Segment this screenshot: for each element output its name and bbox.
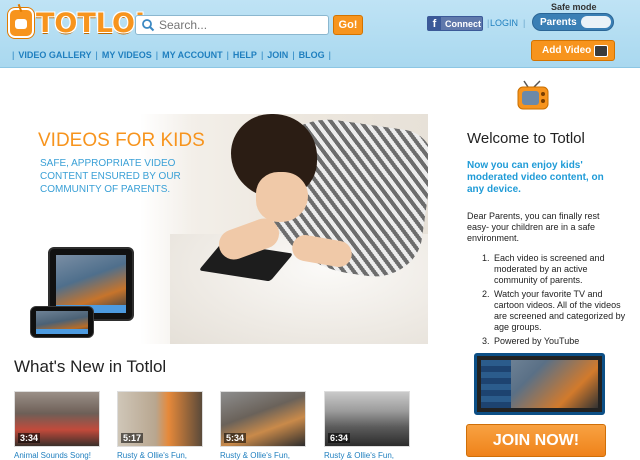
tv-mascot-icon <box>517 80 549 110</box>
login-link[interactable]: LOGIN <box>490 18 518 28</box>
phone-player-bar <box>36 329 88 334</box>
divider: | <box>155 50 159 60</box>
video-duration: 5:17 <box>121 433 144 443</box>
nav-my-account[interactable]: MY ACCOUNT <box>162 50 223 60</box>
safe-mode-value: Parents <box>540 16 577 28</box>
video-thumbnail[interactable]: 5:17 <box>117 391 203 447</box>
tv-logo-icon <box>8 8 34 38</box>
search-icon <box>142 19 155 32</box>
nav-join[interactable]: JOIN <box>267 50 288 60</box>
list-item: 1. Each video is screened and moderated … <box>482 253 627 286</box>
video-duration: 3:34 <box>18 433 41 443</box>
search-input[interactable] <box>159 18 319 32</box>
phone-device <box>30 306 94 338</box>
divider: | <box>226 50 229 60</box>
promo-sidebar <box>481 360 511 408</box>
main-nav: | VIDEO GALLERY | MY VIDEOS | MY ACCOUNT… <box>8 50 335 60</box>
list-text: Watch your favorite TV and cartoon video… <box>494 289 626 332</box>
divider: | <box>523 18 526 28</box>
search-go-button[interactable]: Go! <box>333 15 363 35</box>
list-text: Powered by YouTube <box>494 336 580 346</box>
list-text: Each video is screened and moderated by … <box>494 253 605 285</box>
add-video-label: Add Video <box>542 45 592 56</box>
video-thumbnail[interactable]: 5:34 <box>220 391 306 447</box>
divider: | <box>328 50 331 60</box>
join-now-button[interactable]: JOIN NOW! <box>466 424 606 457</box>
video-title-link[interactable]: Rusty & Ollie's Fun, <box>324 451 416 460</box>
list-item: 2. Watch your favorite TV and cartoon vi… <box>482 289 627 333</box>
video-title-link[interactable]: Animal Sounds Song! <box>14 451 106 460</box>
video-duration: 6:34 <box>328 433 351 443</box>
divider: | <box>260 50 264 60</box>
list-number: 2. <box>482 289 490 299</box>
nav-video-gallery[interactable]: VIDEO GALLERY <box>18 50 91 60</box>
facebook-icon: f <box>428 17 441 30</box>
toggle-knob <box>581 16 611 28</box>
welcome-intro: Dear Parents, you can finally rest easy-… <box>467 211 600 243</box>
tv-icon <box>594 45 608 57</box>
list-item: 3. Powered by YouTube <box>482 336 627 347</box>
welcome-title: Welcome to Totlol <box>467 130 585 147</box>
list-number: 1. <box>482 253 490 263</box>
hero-banner[interactable]: VIDEOS FOR KIDS SAFE, APPROPRIATE VIDEO … <box>0 114 428 344</box>
hero-title: VIDEOS FOR KIDS <box>38 130 205 151</box>
divider: | <box>292 50 295 60</box>
hero-subtitle: SAFE, APPROPRIATE VIDEO CONTENT ENSURED … <box>40 158 181 195</box>
nav-blog[interactable]: BLOG <box>299 50 325 60</box>
video-duration: 5:34 <box>224 433 247 443</box>
video-title-link[interactable]: Rusty & Ollie's Fun, <box>117 451 209 460</box>
whats-new-heading: What's New in Totlol <box>14 357 167 376</box>
welcome-lead: Now you can enjoy kids' moderated video … <box>467 160 604 195</box>
safe-mode-toggle[interactable]: Parents <box>532 13 614 31</box>
header: TOTLOL Go! f Connect | LOGIN | Safe mode… <box>0 0 640 68</box>
list-number: 3. <box>482 336 490 346</box>
promo-tablet-image <box>474 353 605 415</box>
safe-mode-label: Safe mode <box>551 2 597 12</box>
add-video-button[interactable]: Add Video <box>531 40 615 61</box>
video-thumbnail[interactable]: 3:34 <box>14 391 100 447</box>
facebook-connect-label: Connect <box>445 18 481 29</box>
search-box[interactable] <box>135 15 329 35</box>
nav-my-videos[interactable]: MY VIDEOS <box>102 50 152 60</box>
benefits-list: 1. Each video is screened and moderated … <box>482 253 627 350</box>
divider: | <box>12 50 15 60</box>
nav-help[interactable]: HELP <box>233 50 257 60</box>
facebook-connect-button[interactable]: f Connect <box>427 16 483 31</box>
totlol-logo[interactable]: TOTLOL <box>8 6 152 40</box>
video-thumbnail[interactable]: 6:34 <box>324 391 410 447</box>
video-title-link[interactable]: Rusty & Ollie's Fun, <box>220 451 312 460</box>
divider: | <box>487 18 490 28</box>
divider: | <box>95 50 98 60</box>
